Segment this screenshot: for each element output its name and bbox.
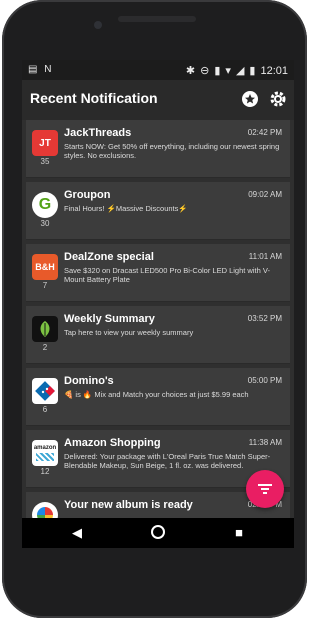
jackthreads-logo: JT bbox=[32, 130, 58, 156]
status-left-icons: ▤ N bbox=[28, 64, 54, 75]
notification-time: 02:42 PM bbox=[247, 128, 282, 137]
notification-list[interactable]: JT 35 JackThreads 02:42 PM Starts NOW: G… bbox=[22, 120, 294, 548]
page-title: Recent Notification bbox=[30, 90, 158, 106]
notification-count: 12 bbox=[40, 467, 50, 476]
notification-count: 6 bbox=[42, 405, 48, 414]
notification-app-name: JackThreads bbox=[64, 127, 132, 139]
notification-time: 11:01 AM bbox=[248, 252, 282, 261]
notification-message: Tap here to view your weekly summary bbox=[64, 328, 194, 337]
dominos-logo bbox=[32, 378, 58, 404]
phone-frame: ▤ N ✱ ⊖ ▮ ▾ ◢ ▮ 12:01 Recent Notificatio… bbox=[2, 0, 307, 618]
groupon-logo: G bbox=[32, 192, 58, 218]
notification-app-name: Groupon bbox=[64, 189, 111, 201]
notification-app-name: DealZone special bbox=[64, 251, 154, 263]
gear-icon[interactable] bbox=[268, 89, 288, 109]
signal-icon: ◢ bbox=[235, 65, 245, 77]
notification-app-name: Amazon Shopping bbox=[64, 437, 161, 449]
notification-app-name: Weekly Summary bbox=[64, 313, 155, 325]
status-right: ✱ ⊖ ▮ ▾ ◢ ▮ 12:01 bbox=[185, 64, 288, 78]
notification-message: Final Hours! ⚡Massive Discounts⚡ bbox=[64, 204, 188, 213]
notification-message: Save $320 on Dracast LED500 Pro Bi-Color… bbox=[64, 266, 270, 284]
notification-count: 30 bbox=[40, 219, 50, 228]
speaker-grille bbox=[118, 16, 196, 22]
mint-leaf-icon bbox=[32, 316, 58, 342]
vibrate-icon: ▮ bbox=[214, 65, 221, 77]
bluetooth-icon: ✱ bbox=[185, 65, 196, 77]
star-icon[interactable] bbox=[240, 89, 260, 109]
app-bar: Recent Notification bbox=[22, 80, 294, 120]
notification-time: 09:02 AM bbox=[248, 190, 282, 199]
notification-time: 03:52 PM bbox=[247, 314, 282, 323]
notification-count: 2 bbox=[42, 343, 48, 352]
front-camera bbox=[94, 21, 102, 29]
battery-icon: ▮ bbox=[249, 65, 256, 77]
list-item[interactable]: 6 Domino's 05:00 PM 🍕 is 🔥 Mix and Match… bbox=[26, 368, 290, 426]
home-icon[interactable] bbox=[149, 524, 167, 542]
amazon-logo: amazon bbox=[32, 440, 58, 466]
list-item[interactable]: B&H 7 DealZone special 11:01 AM Save $32… bbox=[26, 244, 290, 302]
list-item[interactable]: G 30 Groupon 09:02 AM Final Hours! ⚡Mass… bbox=[26, 182, 290, 240]
status-bar: ▤ N ✱ ⊖ ▮ ▾ ◢ ▮ 12:01 bbox=[22, 60, 294, 80]
notification-count: 7 bbox=[42, 281, 48, 290]
notification-message: Starts NOW: Get 50% off everything, incl… bbox=[64, 142, 280, 160]
status-time: 12:01 bbox=[260, 64, 288, 77]
bh-logo: B&H bbox=[32, 254, 58, 280]
notification-message: 🍕 is 🔥 Mix and Match your choices at jus… bbox=[64, 390, 249, 399]
notification-app-name: Domino's bbox=[64, 375, 114, 387]
notification-time: 11:38 AM bbox=[248, 438, 282, 447]
notification-app-name: Your new album is ready bbox=[64, 499, 193, 511]
notification-message: Delivered: Your package with L'Oreal Par… bbox=[64, 452, 271, 470]
navigation-bar: ◀ ■ bbox=[22, 518, 294, 548]
wifi-icon: ▾ bbox=[225, 65, 231, 77]
notification-count: 35 bbox=[40, 157, 50, 166]
dnd-icon: ⊖ bbox=[200, 65, 210, 77]
list-item[interactable]: JT 35 JackThreads 02:42 PM Starts NOW: G… bbox=[26, 120, 290, 178]
list-item[interactable]: 2 Weekly Summary 03:52 PM Tap here to vi… bbox=[26, 306, 290, 364]
recents-icon[interactable]: ■ bbox=[230, 524, 248, 542]
notification-time: 05:00 PM bbox=[247, 376, 282, 385]
back-icon[interactable]: ◀ bbox=[68, 524, 86, 542]
filter-icon[interactable] bbox=[246, 470, 284, 508]
